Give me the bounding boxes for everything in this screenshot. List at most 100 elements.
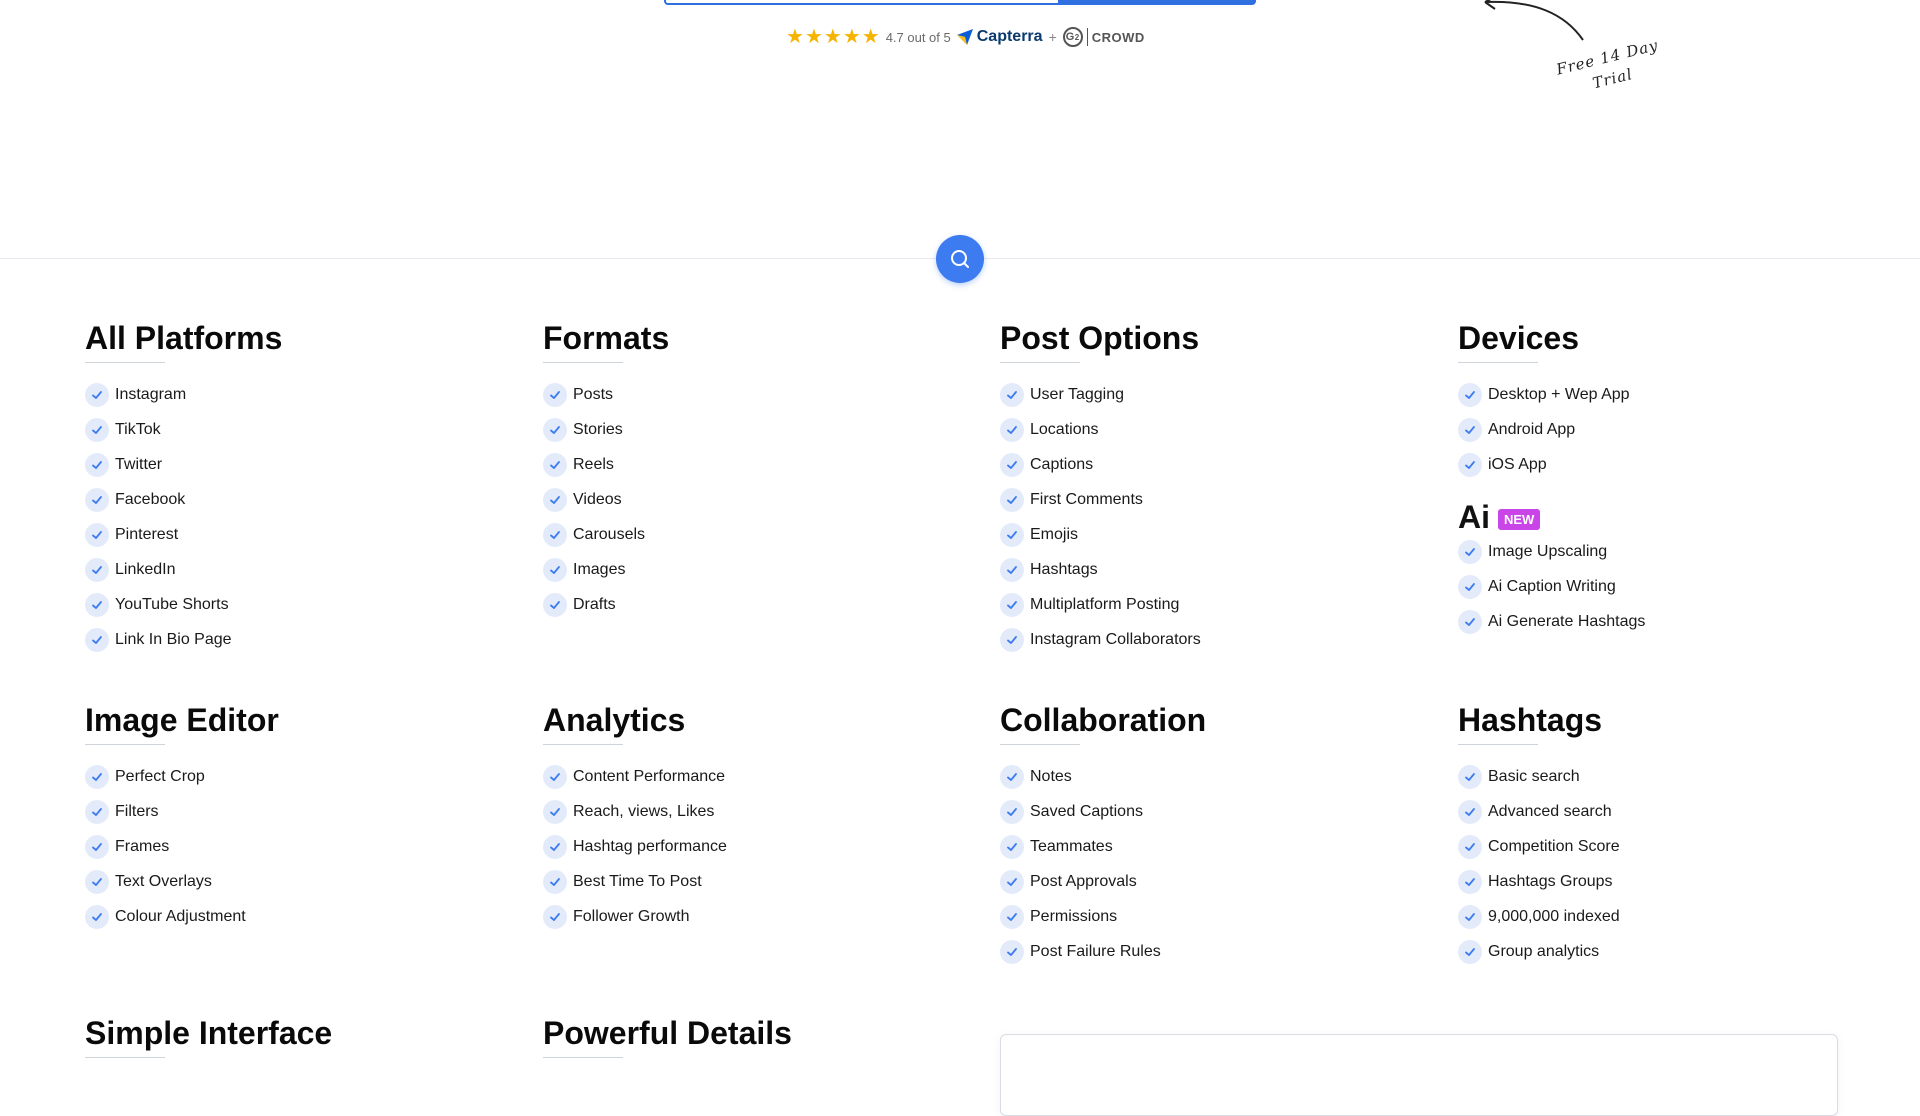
feature-label: Captions: [1030, 455, 1094, 473]
feature-label: Teammates: [1030, 837, 1113, 855]
feature-label: TikTok: [115, 420, 161, 438]
section-title: Formats: [543, 320, 670, 356]
check-icon: [543, 557, 567, 582]
feature-label: Best Time To Post: [573, 872, 702, 890]
section-powerful-details: Powerful Details: [543, 1013, 963, 1058]
feature-item: Post Failure Rules: [1000, 934, 1420, 969]
feature-label: Multiplatform Posting: [1030, 595, 1180, 613]
start-trial-button-fill[interactable]: [1058, 0, 1254, 3]
check-icon: [85, 452, 109, 477]
feature-item: Twitter: [85, 447, 505, 482]
feature-item: Hashtags Groups: [1458, 864, 1878, 899]
feature-item: Perfect Crop: [85, 759, 505, 794]
title-underline: [85, 362, 165, 363]
feature-item: Instagram Collaborators: [1000, 622, 1420, 657]
check-icon: [85, 869, 109, 894]
feature-label: Facebook: [115, 490, 186, 508]
feature-label: Ai Generate Hashtags: [1488, 612, 1646, 630]
feature-item: User Tagging: [1000, 377, 1420, 412]
capterra-logo: Capterra: [956, 28, 1043, 46]
feature-item: Desktop + Wep App: [1458, 377, 1878, 412]
feature-item: Advanced search: [1458, 794, 1878, 829]
feature-item: Content Performance: [543, 759, 963, 794]
check-icon: [543, 522, 567, 547]
title-underline: [85, 744, 165, 745]
feature-item: TikTok: [85, 412, 505, 447]
section-hashtags: Hashtags Basic search Advanced search Comp…: [1458, 700, 1878, 969]
star-icon: ★: [804, 26, 823, 48]
feature-list: Perfect Crop Filters Frames Text Overlays Co…: [85, 759, 505, 934]
feature-list: Notes Saved Captions Teammates Post Approva…: [1000, 759, 1420, 969]
feature-item: Saved Captions: [1000, 794, 1420, 829]
title-underline: [1458, 362, 1538, 363]
feature-item: Reels: [543, 447, 963, 482]
feature-item: Image Upscaling: [1458, 534, 1878, 569]
check-icon: [85, 557, 109, 582]
feature-label: Emojis: [1030, 525, 1079, 543]
check-icon: [85, 417, 109, 442]
g2-superscript: 2: [1074, 32, 1080, 42]
feature-label: First Comments: [1030, 490, 1143, 508]
feature-label: Desktop + Wep App: [1488, 385, 1630, 403]
feature-label: Instagram: [115, 385, 187, 403]
feature-label: Link In Bio Page: [115, 630, 232, 648]
check-icon: [1458, 382, 1482, 407]
check-icon: [1458, 869, 1482, 894]
capterra-label: Capterra: [976, 28, 1043, 45]
feature-item: Stories: [543, 412, 963, 447]
section-title: All Platforms: [85, 320, 283, 356]
feature-label: Content Performance: [573, 767, 726, 785]
search-button[interactable]: [936, 235, 984, 283]
feature-item: Frames: [85, 829, 505, 864]
check-icon: [85, 522, 109, 547]
feature-item: Ai Generate Hashtags: [1458, 604, 1878, 639]
ai-title: Ai: [1458, 499, 1490, 535]
feature-label: Image Upscaling: [1488, 542, 1608, 560]
feature-item: Pinterest: [85, 517, 505, 552]
check-icon: [85, 627, 109, 652]
feature-label: Pinterest: [115, 525, 179, 543]
feature-label: Drafts: [573, 595, 616, 613]
section-title: Devices: [1458, 320, 1579, 356]
section-simple-interface: Simple Interface: [85, 1013, 505, 1058]
start-trial-button-edge[interactable]: [664, 0, 1256, 5]
feature-item: Hashtag performance: [543, 829, 963, 864]
check-icon: [1458, 539, 1482, 564]
feature-label: Competition Score: [1488, 837, 1620, 855]
check-icon: [1000, 452, 1024, 477]
feature-item: Text Overlays: [85, 864, 505, 899]
check-icon: [543, 452, 567, 477]
feature-label: Videos: [573, 490, 622, 508]
section-title: Post Options: [1000, 320, 1200, 356]
g2-crowd-logo: G2 CROWD: [1062, 27, 1145, 47]
feature-item: Ai Caption Writing: [1458, 569, 1878, 604]
check-icon: [1000, 764, 1024, 789]
feature-item: Group analytics: [1458, 934, 1878, 969]
section-title: Simple Interface: [85, 1015, 333, 1051]
curved-arrow-icon: [1484, 0, 1584, 41]
capterra-arrow-icon: [956, 29, 973, 45]
feature-label: Images: [573, 560, 626, 578]
feature-item: Permissions: [1000, 899, 1420, 934]
check-icon: [1458, 609, 1482, 634]
feature-item: Multiplatform Posting: [1000, 587, 1420, 622]
check-icon: [543, 764, 567, 789]
feature-label: Post Failure Rules: [1030, 942, 1161, 960]
feature-item: Locations: [1000, 412, 1420, 447]
feature-label: iOS App: [1488, 455, 1547, 473]
star-icon: ★: [786, 26, 804, 48]
check-icon: [1000, 557, 1024, 582]
check-icon: [1458, 574, 1482, 599]
feature-item: Emojis: [1000, 517, 1420, 552]
check-icon: [543, 487, 567, 512]
section-formats: Formats Posts Stories Reels Videos Carousels…: [543, 318, 963, 622]
ai-feature-list: Image Upscaling Ai Caption Writing Ai Gene…: [1458, 534, 1878, 639]
section-title: Image Editor: [85, 702, 279, 738]
feature-item: Android App: [1458, 412, 1878, 447]
check-icon: [85, 764, 109, 789]
check-icon: [1000, 417, 1024, 442]
rating-score: 4.7 out of 5: [885, 29, 951, 45]
check-icon: [1458, 939, 1482, 964]
feature-label: Text Overlays: [115, 872, 212, 890]
check-icon: [543, 904, 567, 929]
